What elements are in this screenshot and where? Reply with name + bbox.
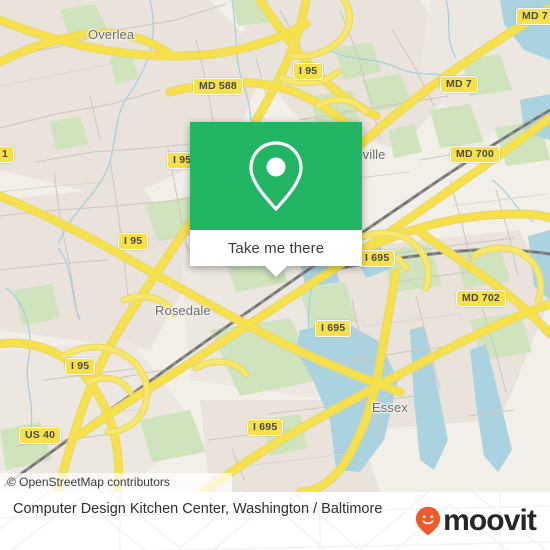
location-popup-card[interactable]: Take me there bbox=[190, 122, 362, 277]
moovit-wordmark: moovit bbox=[443, 504, 537, 537]
place-label-rosedale: Rosedale bbox=[155, 303, 211, 318]
road-shield-i95-west: I 95 bbox=[118, 233, 149, 250]
take-me-there-label: Take me there bbox=[227, 239, 325, 257]
location-title: Computer Design Kitchen Center, Washingt… bbox=[13, 501, 383, 517]
popup-card-tail bbox=[265, 266, 287, 277]
footer-bar: Computer Design Kitchen Center, Washingt… bbox=[0, 492, 550, 550]
road-shield-i695-s: I 695 bbox=[247, 419, 284, 436]
place-label-overlea: Overlea bbox=[88, 27, 135, 42]
road-shield-md7-ne: MD 7 bbox=[516, 8, 550, 25]
road-shield-md702: MD 702 bbox=[456, 290, 506, 307]
place-label-essex: Essex bbox=[372, 400, 408, 415]
map-pin-icon bbox=[249, 141, 303, 211]
road-shield-i95-sw: I 95 bbox=[65, 358, 96, 375]
moovit-smiley-pin-icon bbox=[415, 506, 441, 536]
road-shield-us40: US 40 bbox=[19, 427, 62, 444]
map-attribution[interactable]: © OpenStreetMap contributors bbox=[0, 473, 232, 492]
moovit-map-screenshot: .water { fill:#aad3df; } .park { fill:#c… bbox=[0, 0, 550, 550]
road-shield-i695-n: I 695 bbox=[359, 250, 396, 267]
road-shield-md588: MD 588 bbox=[193, 78, 243, 95]
road-shield-md7: MD 7 bbox=[440, 76, 478, 93]
road-shield-us1: 1 bbox=[0, 146, 15, 163]
road-shield-i695-c: I 695 bbox=[315, 320, 352, 337]
road-shield-i95-north: I 95 bbox=[293, 63, 324, 80]
popup-card-header bbox=[190, 122, 362, 230]
popup-card-footer[interactable]: Take me there bbox=[190, 230, 362, 277]
road-shield-md700: MD 700 bbox=[450, 146, 500, 163]
moovit-logo[interactable]: moovit bbox=[415, 504, 537, 537]
